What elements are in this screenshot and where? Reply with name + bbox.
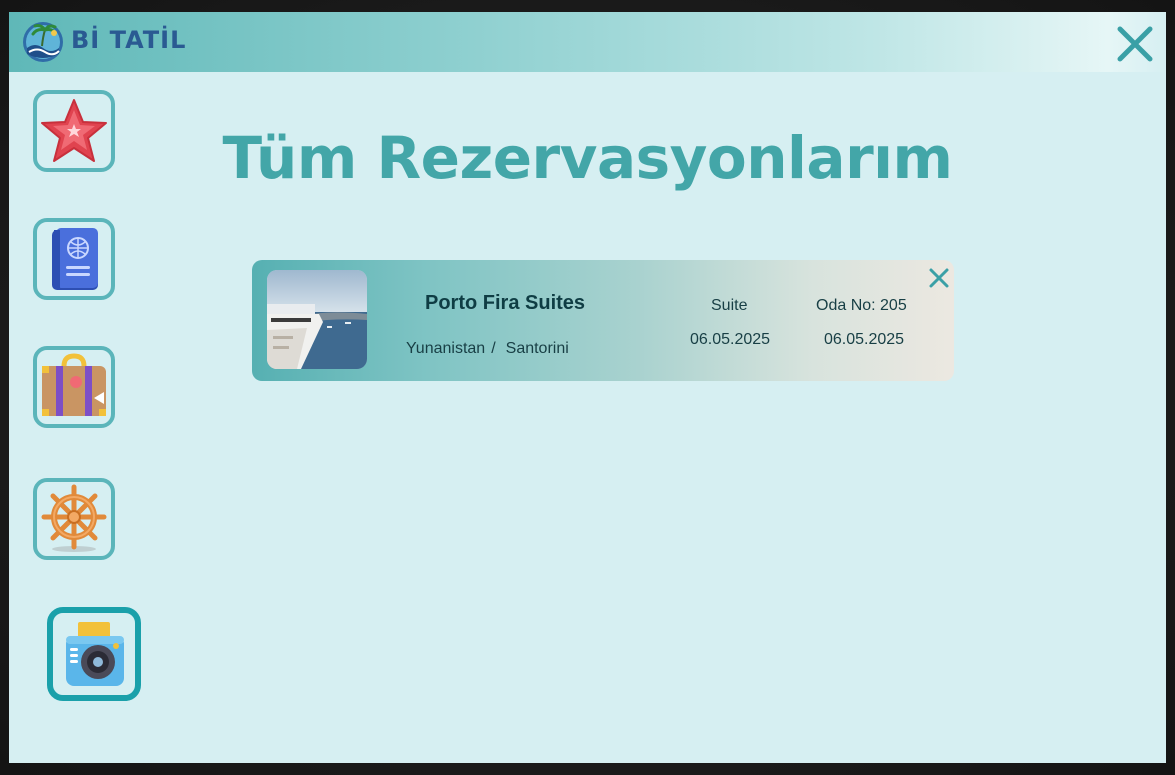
sidebar-item-passport[interactable] (33, 218, 115, 300)
page-title: Tüm Rezervasyonlarım (222, 124, 953, 192)
suitcase-icon (42, 353, 106, 416)
cancel-reservation-icon[interactable] (928, 267, 950, 289)
ship-wheel-icon (41, 484, 107, 552)
reservation-card[interactable]: Porto Fira Suites Yunanistan / Santorini S… (252, 260, 954, 381)
camera-icon (66, 622, 124, 686)
sidebar-item-trips[interactable] (33, 346, 115, 428)
sidebar-item-cruise[interactable] (33, 478, 115, 560)
hotel-name: Porto Fira Suites (425, 292, 586, 314)
title-bar: Bİ TATİL (9, 12, 1166, 72)
check-out-date: 06.05.2025 (824, 331, 905, 348)
close-window-icon[interactable] (1115, 24, 1155, 64)
brand-title: Bİ TATİL (71, 26, 187, 54)
passport-icon (52, 228, 98, 290)
app-window: Bİ TATİL Tüm Rezervasyonlarım Porto Fira… (9, 12, 1166, 763)
logo-icon (23, 22, 63, 62)
location-country: Yunanistan (406, 340, 486, 357)
hotel-location: Yunanistan / Santorini (406, 340, 575, 358)
check-in-date: 06.05.2025 (690, 331, 771, 348)
hotel-photo (267, 270, 367, 369)
room-type: Suite (711, 297, 748, 314)
location-city: Santorini (505, 340, 569, 357)
sidebar-item-reservations[interactable] (47, 607, 141, 701)
location-separator: / (491, 340, 496, 357)
room-number: Oda No: 205 (816, 297, 907, 314)
